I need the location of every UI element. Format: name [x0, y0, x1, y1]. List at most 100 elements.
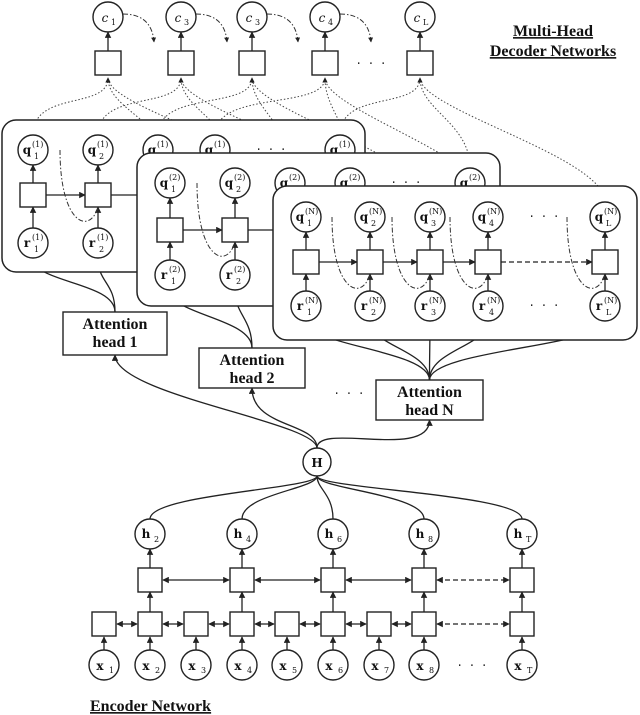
q-node-subscript: 1 — [171, 185, 176, 194]
panel-ellipsis: · · · — [530, 299, 561, 314]
hidden-to-H-curve — [149, 475, 318, 520]
q-node-superscript: (2) — [169, 173, 180, 182]
attention-head-label-line1: Attention — [397, 384, 462, 401]
r-node: r 3 (N) — [414, 290, 446, 322]
r-node-subscript: 4 — [489, 308, 494, 317]
hidden-node-subscript: 6 — [337, 535, 342, 544]
r-node-superscript: (N) — [429, 296, 442, 305]
q-node-superscript: (1) — [32, 140, 43, 149]
r-node: r 4 (N) — [472, 290, 504, 322]
encoder-upper-cell — [509, 567, 535, 593]
q-node-subscript: 1 — [307, 219, 312, 228]
q-node-label: q — [296, 210, 305, 224]
r-node-superscript: (1) — [97, 233, 108, 242]
r-node-subscript: L — [606, 308, 612, 317]
encoder-lower-cell — [366, 611, 392, 637]
r-node-superscript: (2) — [234, 265, 245, 274]
input-node-label: x — [416, 659, 424, 673]
r-node-subscript: 2 — [236, 277, 241, 286]
q-node-superscript: (1) — [339, 140, 350, 149]
q-node-label: q — [420, 210, 429, 224]
q-node-subscript: 2 — [236, 185, 241, 194]
encoder-input-5: x5 — [271, 649, 303, 681]
encoder-input-4: x4 — [226, 649, 258, 681]
decoder-cell — [156, 217, 184, 243]
input-node-label: x — [188, 659, 196, 673]
input-node-circle — [134, 649, 166, 681]
input-ellipsis: · · · — [458, 659, 489, 674]
encoder-upper-cell — [229, 567, 255, 593]
input-node-circle — [88, 649, 120, 681]
r-node-superscript: (N) — [604, 296, 617, 305]
q-node-superscript: (1) — [97, 140, 108, 149]
encoder-upper-cell — [137, 567, 163, 593]
input-node-circle — [317, 649, 349, 681]
output-node-subscript: 4 — [328, 18, 333, 27]
output-feedback-curve — [266, 13, 301, 43]
r-node: r 1 (N) — [290, 290, 322, 322]
hidden-node-label: h — [416, 527, 425, 541]
output-node-label: c — [175, 11, 182, 25]
attention-head-label-line1: Attention — [83, 316, 148, 333]
encoder-lower-cell — [411, 611, 437, 637]
input-node-label: x — [514, 659, 522, 673]
encoder-hidden-4: h4 — [226, 518, 258, 550]
hidden-node-label: h — [514, 527, 523, 541]
hidden-node-subscript: T — [526, 535, 532, 544]
attention-head-3: Attentionhead N — [375, 379, 484, 421]
encoder-lower-cell — [183, 611, 209, 637]
attention-head-label-line2: head 2 — [230, 370, 275, 387]
hidden-to-H-curve — [316, 475, 523, 520]
input-node-label: x — [142, 659, 150, 673]
encoder-input-1: x1 — [88, 649, 120, 681]
q-node: q 2 (N) — [354, 201, 386, 233]
attention-head-2: Attentionhead 2 — [198, 347, 306, 389]
q-node: q 1 (2) — [154, 167, 186, 199]
encoder-lower-cell — [320, 611, 346, 637]
q-node-subscript: 2 — [99, 152, 104, 161]
q-node-subscript: 1 — [34, 152, 39, 161]
hidden-node-subscript: 4 — [246, 535, 251, 544]
encoder-input-7: x7 — [363, 649, 395, 681]
input-node-subscript: 3 — [201, 666, 206, 675]
q-node-superscript: (N) — [487, 207, 500, 216]
attention-head-1: Attentionhead 1 — [62, 311, 168, 356]
H-to-attention-curve — [248, 387, 318, 449]
H-to-attention-curve — [316, 419, 433, 449]
q-node: q 1 (N) — [290, 201, 322, 233]
r-node-superscript: (N) — [487, 296, 500, 305]
output-feedback-curve — [339, 13, 374, 43]
output-node-label: c — [102, 11, 109, 25]
q-node-label: q — [478, 210, 487, 224]
hidden-to-H-curve — [241, 475, 318, 520]
output-node-2: c3 — [165, 1, 230, 76]
encoder-upper-cell — [411, 567, 437, 593]
output-node-label: c — [319, 11, 326, 25]
hidden-node-subscript: 2 — [154, 535, 159, 544]
output-node-label: c — [414, 11, 421, 25]
output-node-3: c3 — [236, 1, 301, 76]
input-node-label: x — [96, 659, 104, 673]
r-node-superscript: (N) — [305, 296, 318, 305]
output-cell — [94, 50, 122, 76]
r-node-label: r — [297, 299, 304, 313]
output-cell — [238, 50, 266, 76]
output-node-subscript: L — [423, 18, 429, 27]
decoder-cell — [292, 249, 320, 275]
r-node: r 2 (1) — [82, 227, 114, 259]
encoder-hidden-6: h6 — [317, 518, 349, 550]
hidden-node-label: h — [325, 527, 334, 541]
r-node-label: r — [161, 268, 168, 282]
q-node-label: q — [360, 210, 369, 224]
r-node-label: r — [596, 299, 603, 313]
encoder-lower-cell — [91, 611, 117, 637]
output-feedback-curve — [195, 13, 230, 43]
encoder-hidden-2: h2 — [134, 518, 166, 550]
input-node-subscript: 1 — [109, 666, 114, 675]
decoder-cell — [356, 249, 384, 275]
decoder-cell — [221, 217, 249, 243]
r-node-subscript: 2 — [99, 245, 104, 254]
input-node-label: x — [234, 659, 242, 673]
q-node-label: q — [225, 176, 234, 190]
q-node-superscript: (2) — [289, 173, 300, 182]
